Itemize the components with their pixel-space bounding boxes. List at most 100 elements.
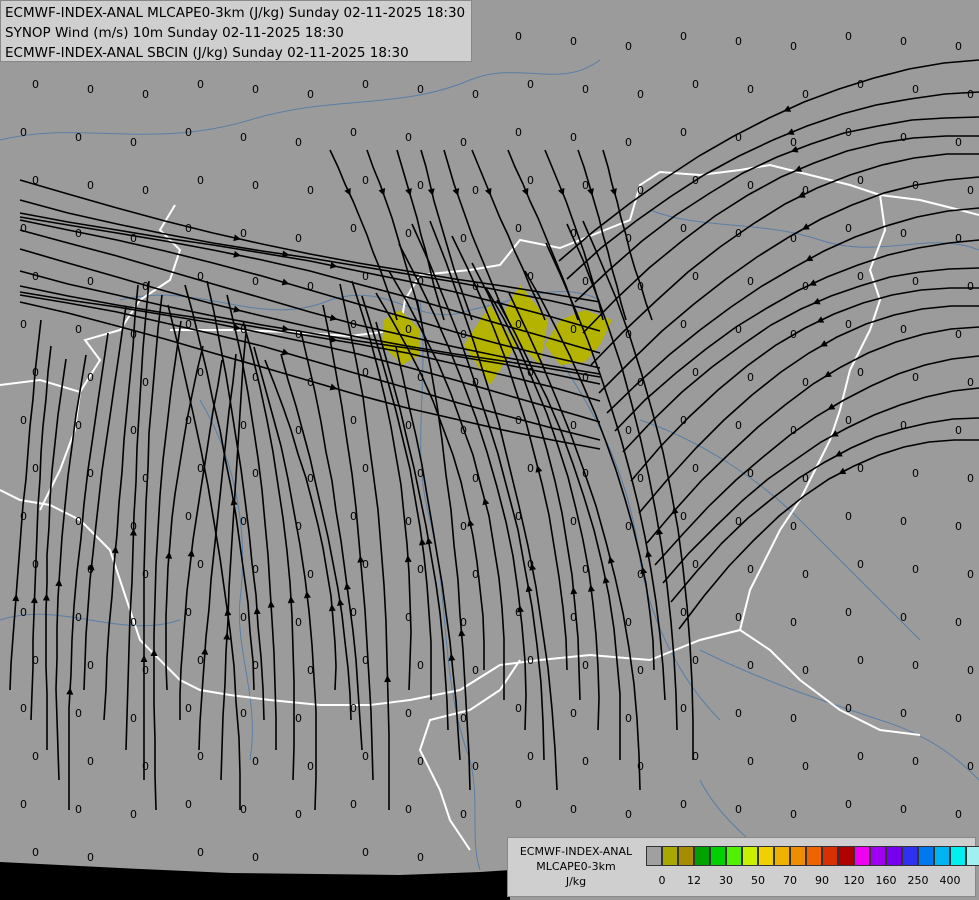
cin-value-label: 0 bbox=[197, 558, 204, 571]
legend-swatch bbox=[966, 846, 979, 866]
cin-value-label: 0 bbox=[955, 424, 962, 437]
cin-value-label: 0 bbox=[307, 664, 314, 677]
cin-value-label: 0 bbox=[295, 712, 302, 725]
cin-value-label: 0 bbox=[955, 40, 962, 53]
cin-value-label: 0 bbox=[130, 808, 137, 821]
cin-value-label: 0 bbox=[802, 88, 809, 101]
cin-value-label: 0 bbox=[142, 280, 149, 293]
legend-tick-label: 160 bbox=[875, 874, 897, 887]
cin-value-label: 0 bbox=[692, 462, 699, 475]
cin-value-label: 0 bbox=[570, 131, 577, 144]
cin-value-label: 0 bbox=[130, 520, 137, 533]
legend-swatch bbox=[726, 846, 742, 866]
cin-value-label: 0 bbox=[185, 702, 192, 715]
cin-value-label: 0 bbox=[185, 222, 192, 235]
cin-value-label: 0 bbox=[472, 280, 479, 293]
cin-value-label: 0 bbox=[185, 510, 192, 523]
cin-value-label: 0 bbox=[32, 270, 39, 283]
legend-swatch bbox=[646, 846, 662, 866]
cin-value-label: 0 bbox=[527, 750, 534, 763]
cin-value-label: 0 bbox=[955, 136, 962, 149]
cin-value-label: 0 bbox=[20, 318, 27, 331]
cin-value-label: 0 bbox=[32, 654, 39, 667]
cin-value-label: 0 bbox=[87, 755, 94, 768]
cin-value-label: 0 bbox=[20, 222, 27, 235]
cin-value-label: 0 bbox=[692, 750, 699, 763]
cin-value-label: 0 bbox=[967, 88, 974, 101]
cin-value-label: 0 bbox=[252, 83, 259, 96]
cin-value-label: 0 bbox=[20, 414, 27, 427]
cin-value-label: 0 bbox=[582, 83, 589, 96]
cin-value-label: 0 bbox=[967, 184, 974, 197]
cin-value-label: 0 bbox=[582, 659, 589, 672]
cin-value-label: 0 bbox=[845, 222, 852, 235]
cin-value-label: 0 bbox=[460, 520, 467, 533]
cin-value-label: 0 bbox=[362, 366, 369, 379]
cin-value-label: 0 bbox=[637, 88, 644, 101]
cin-value-label: 0 bbox=[32, 78, 39, 91]
cin-value-label: 0 bbox=[747, 755, 754, 768]
cin-value-label: 0 bbox=[197, 750, 204, 763]
cin-value-label: 0 bbox=[527, 366, 534, 379]
cin-value-label: 0 bbox=[362, 270, 369, 283]
cin-value-label: 0 bbox=[142, 184, 149, 197]
legend-swatch bbox=[870, 846, 886, 866]
cin-value-label: 0 bbox=[130, 328, 137, 341]
cin-value-label: 0 bbox=[570, 227, 577, 240]
cin-value-label: 0 bbox=[912, 563, 919, 576]
cin-value-label: 0 bbox=[32, 462, 39, 475]
cin-value-label: 0 bbox=[405, 323, 412, 336]
legend-swatch bbox=[710, 846, 726, 866]
cin-value-label: 0 bbox=[472, 760, 479, 773]
cin-value-label: 0 bbox=[845, 414, 852, 427]
cin-value-label: 0 bbox=[87, 83, 94, 96]
cin-value-label: 0 bbox=[405, 131, 412, 144]
weather-map[interactable]: 0 0 0 0 0 0 0 0 0 0 0 0 0 0 0 0 0 0 0 0 0 0 0 0 0 0 0 0 0 0 0 0 0 0 0 0 0 0 0 0… bbox=[0, 0, 979, 900]
cin-value-label: 0 bbox=[692, 654, 699, 667]
legend-unit: J/kg bbox=[565, 875, 587, 888]
cin-value-label: 0 bbox=[240, 419, 247, 432]
cin-value-label: 0 bbox=[857, 462, 864, 475]
cin-value-label: 0 bbox=[240, 515, 247, 528]
cin-value-label: 0 bbox=[680, 702, 687, 715]
cin-value-label: 0 bbox=[295, 520, 302, 533]
cin-value-label: 0 bbox=[252, 275, 259, 288]
cin-value-label: 0 bbox=[197, 270, 204, 283]
cin-value-label: 0 bbox=[637, 568, 644, 581]
cin-value-label: 0 bbox=[197, 78, 204, 91]
cin-value-label: 0 bbox=[460, 616, 467, 629]
cin-value-label: 0 bbox=[362, 174, 369, 187]
cin-value-label: 0 bbox=[295, 424, 302, 437]
cin-value-label: 0 bbox=[845, 30, 852, 43]
cin-value-label: 0 bbox=[350, 318, 357, 331]
cin-value-label: 0 bbox=[912, 179, 919, 192]
legend-swatch bbox=[662, 846, 678, 866]
cin-value-label: 0 bbox=[692, 558, 699, 571]
cin-value-label: 0 bbox=[625, 136, 632, 149]
legend-tick-label: 400 bbox=[939, 874, 961, 887]
cin-value-label: 0 bbox=[790, 40, 797, 53]
cin-value-label: 0 bbox=[307, 568, 314, 581]
cin-value-label: 0 bbox=[417, 179, 424, 192]
cin-value-label: 0 bbox=[417, 275, 424, 288]
cin-value-label: 0 bbox=[87, 467, 94, 480]
legend-swatch bbox=[806, 846, 822, 866]
cin-value-label: 0 bbox=[460, 808, 467, 821]
cin-value-label: 0 bbox=[637, 664, 644, 677]
cin-value-label: 0 bbox=[362, 78, 369, 91]
cin-value-label: 0 bbox=[417, 371, 424, 384]
cin-value-label: 0 bbox=[295, 136, 302, 149]
cin-value-label: 0 bbox=[32, 846, 39, 859]
cin-value-label: 0 bbox=[790, 136, 797, 149]
cin-value-label: 0 bbox=[570, 707, 577, 720]
cin-value-label: 0 bbox=[735, 611, 742, 624]
cin-value-label: 0 bbox=[680, 30, 687, 43]
cin-value-label: 0 bbox=[637, 760, 644, 773]
cin-value-label: 0 bbox=[900, 323, 907, 336]
cin-value-label: 0 bbox=[527, 654, 534, 667]
cin-value-label: 0 bbox=[527, 462, 534, 475]
cin-value-label: 0 bbox=[20, 798, 27, 811]
cin-value-label: 0 bbox=[350, 222, 357, 235]
cin-value-label: 0 bbox=[692, 366, 699, 379]
cin-value-label: 0 bbox=[130, 232, 137, 245]
